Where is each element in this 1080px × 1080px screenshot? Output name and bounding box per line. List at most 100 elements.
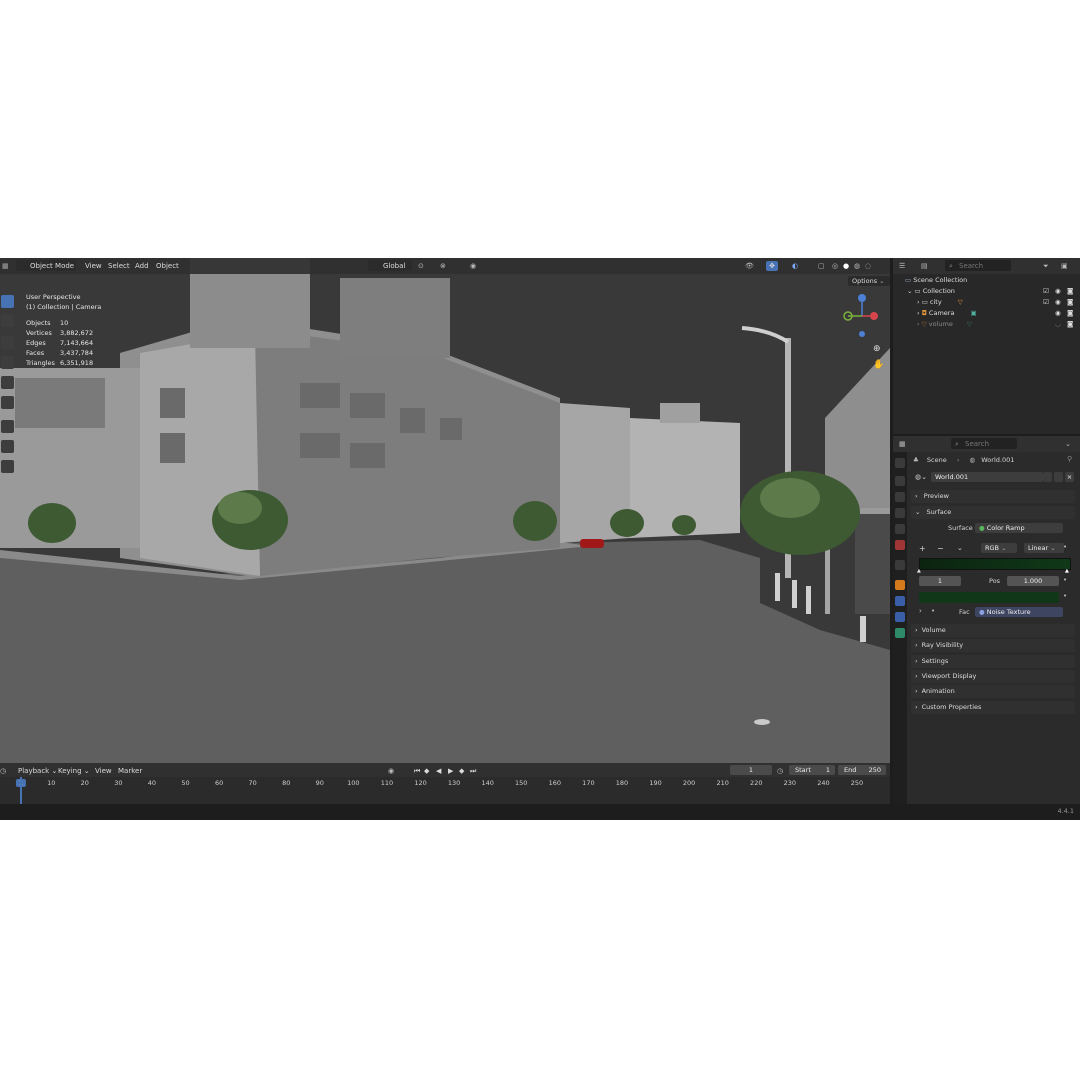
chevron-right-icon[interactable]: › <box>917 298 920 306</box>
keyframe-dot-icon[interactable]: • <box>1063 576 1067 584</box>
play-icon[interactable]: ▶ <box>448 766 453 776</box>
outliner-item-city[interactable]: › ▭ city ▽ <box>917 297 963 308</box>
menu-view[interactable]: View <box>95 766 112 776</box>
editor-type-icon[interactable]: ▦ <box>2 261 9 271</box>
eye-icon[interactable]: ◉ <box>1055 297 1061 308</box>
outliner-item-scene-collection[interactable]: ▭ Scene Collection <box>905 275 967 286</box>
stop-color-swatch[interactable] <box>919 592 1059 603</box>
collection-tab-icon[interactable] <box>895 560 905 570</box>
keyframe-dot-icon[interactable]: • <box>1063 592 1067 600</box>
exclude-checkbox[interactable]: ☑ <box>1043 297 1049 308</box>
menu-object[interactable]: Object <box>156 261 179 271</box>
fake-user-icon[interactable] <box>1043 472 1052 482</box>
render-camera-icon[interactable]: ◙ <box>1067 319 1073 330</box>
editor-type-icon[interactable]: ☰ <box>899 261 905 271</box>
scene-tab-icon[interactable] <box>895 524 905 534</box>
jump-start-icon[interactable]: ⏮ <box>414 766 420 776</box>
render-tab-icon[interactable] <box>895 476 905 486</box>
add-stop-icon[interactable]: + <box>919 544 926 553</box>
overlays-icon[interactable]: ◐ <box>792 261 798 271</box>
chevron-right-icon[interactable]: › <box>919 607 922 615</box>
shading-rendered-icon[interactable]: ◌ <box>865 261 871 271</box>
color-ramp-bar[interactable] <box>919 558 1071 570</box>
pan-hand-icon[interactable]: ✋ <box>873 360 884 370</box>
ramp-stop-handle-active[interactable]: ▲ <box>1065 568 1069 574</box>
render-camera-icon[interactable]: ◙ <box>1067 297 1073 308</box>
world-tab-icon[interactable] <box>895 540 905 550</box>
frame-ruler[interactable]: 1102030405060708090100110120130140150160… <box>0 777 890 804</box>
current-frame-field[interactable]: 1 <box>730 765 772 775</box>
outliner-item-volume[interactable]: › ▽ volume ▽ <box>917 319 972 330</box>
panel-preview[interactable]: › Preview <box>911 490 1075 503</box>
output-tab-icon[interactable] <box>895 492 905 502</box>
outliner-item-collection[interactable]: ⌄ ▭ Collection <box>907 286 955 297</box>
zoom-icon[interactable]: ⊕ <box>873 344 881 354</box>
eye-closed-icon[interactable]: ◡ <box>1055 319 1061 330</box>
render-camera-icon[interactable]: ◙ <box>1067 286 1073 297</box>
jump-end-icon[interactable]: ⏭ <box>470 766 476 776</box>
annotate-tool-icon[interactable] <box>1 420 14 433</box>
select-tool-icon[interactable] <box>1 295 14 308</box>
world-browse-icon[interactable]: ◍⌄ <box>915 473 927 481</box>
3d-viewport[interactable]: ▦ Object Mode View Select Add Object Glo… <box>0 258 890 763</box>
eye-icon[interactable]: ◉ <box>1055 308 1061 319</box>
outliner-item-camera[interactable]: › ◘ Camera ▣ <box>917 308 977 319</box>
end-frame-field[interactable]: End 250 <box>838 765 886 775</box>
editor-type-icon[interactable]: ▦ <box>899 439 906 449</box>
panel-surface[interactable]: ⌄ Surface <box>911 506 1075 519</box>
gizmo-toggle-icon[interactable]: ✥ <box>766 261 778 271</box>
proportional-edit-icon[interactable]: ◉ <box>470 261 476 271</box>
jump-keyframe-back-icon[interactable]: ◆ <box>424 766 429 776</box>
snap-icon[interactable]: ⊗ <box>440 261 446 271</box>
exclude-checkbox[interactable]: ☑ <box>1043 286 1049 297</box>
world-name-field[interactable]: World.001 <box>931 472 1043 482</box>
remove-stop-icon[interactable]: − <box>937 544 944 553</box>
shading-solid-icon[interactable]: ● <box>843 261 849 271</box>
move-tool-icon[interactable] <box>1 336 14 349</box>
menu-select[interactable]: Select <box>108 261 130 271</box>
view-layer-tab-icon[interactable] <box>895 508 905 518</box>
measure-tool-icon[interactable] <box>1 440 14 453</box>
chevron-right-icon[interactable]: › <box>917 320 920 328</box>
panel-volume[interactable]: › Volume <box>911 624 1075 637</box>
rotate-tool-icon[interactable] <box>1 356 14 369</box>
play-reverse-icon[interactable]: ◀ <box>436 766 441 776</box>
eye-icon[interactable]: ◉ <box>1055 286 1061 297</box>
pivot-icon[interactable]: ⊙ <box>418 261 424 271</box>
new-collection-icon[interactable]: ▣ <box>1061 261 1068 271</box>
panel-viewport-display[interactable]: › Viewport Display <box>911 670 1075 683</box>
panel-custom-properties[interactable]: › Custom Properties <box>911 701 1075 714</box>
menu-playback[interactable]: Playback ⌄ <box>18 766 57 776</box>
panel-animation[interactable]: › Animation <box>911 685 1075 698</box>
color-mode-dropdown[interactable]: RGB ⌄ <box>981 543 1017 553</box>
chevron-down-icon[interactable]: ⌄ <box>1065 439 1071 449</box>
auto-keying-icon[interactable]: ◉ <box>388 766 394 776</box>
display-mode-icon[interactable]: ▤ <box>921 261 928 271</box>
scale-tool-icon[interactable] <box>1 376 14 389</box>
pin-icon[interactable]: ⚲ <box>1067 455 1072 463</box>
interpolation-dropdown[interactable]: Linear ⌄ <box>1024 543 1064 553</box>
navigation-gizmo[interactable] <box>838 290 886 338</box>
chevron-right-icon[interactable]: › <box>917 309 920 317</box>
constraints-tab-icon[interactable] <box>895 612 905 622</box>
transform-tool-icon[interactable] <box>1 396 14 409</box>
editor-type-icon[interactable]: ◷ <box>0 766 6 776</box>
render-camera-icon[interactable]: ◙ <box>1067 308 1073 319</box>
duplicate-icon[interactable] <box>1054 472 1063 482</box>
ramp-stop-handle[interactable]: ▲ <box>917 568 921 574</box>
stop-index-field[interactable]: 1 <box>919 576 961 586</box>
object-tab-icon[interactable] <box>895 580 905 590</box>
jump-keyframe-forward-icon[interactable]: ◆ <box>459 766 464 776</box>
add-cube-tool-icon[interactable] <box>1 460 14 473</box>
surface-shader-field[interactable]: ● Color Ramp <box>975 523 1063 533</box>
chevron-down-icon[interactable]: ⌄ <box>957 544 963 552</box>
options-dropdown[interactable]: Options ⌄ <box>848 276 890 286</box>
start-frame-field[interactable]: Start 1 <box>789 765 835 775</box>
menu-add[interactable]: Add <box>135 261 149 271</box>
menu-view[interactable]: View <box>85 261 102 271</box>
xray-icon[interactable]: ▢ <box>818 261 825 271</box>
panel-ray-visibility[interactable]: › Ray Visibility <box>911 639 1075 652</box>
physics-tab-icon[interactable] <box>895 596 905 606</box>
chevron-down-icon[interactable]: ⌄ <box>907 287 912 295</box>
unlink-icon[interactable]: × <box>1065 472 1074 482</box>
